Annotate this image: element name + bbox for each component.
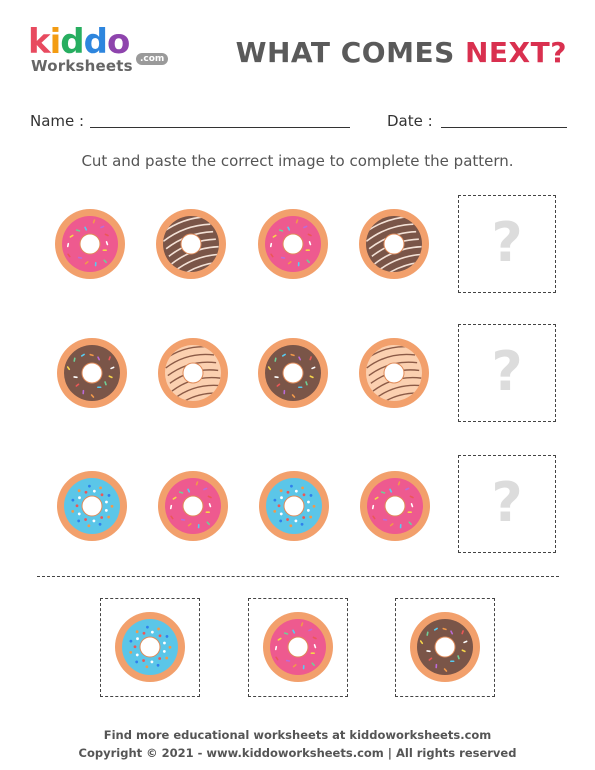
cutout-option-2[interactable] <box>248 598 348 697</box>
question-mark-icon: ? <box>491 471 523 534</box>
donut-chocolate-sprinkle <box>258 338 328 408</box>
name-line[interactable] <box>90 127 350 128</box>
donut-pink <box>55 209 125 279</box>
title-part-2: NEXT? <box>465 36 567 69</box>
question-mark-icon: ? <box>491 211 523 274</box>
logo-letter: k <box>28 22 51 62</box>
cutout-option-3[interactable] <box>395 598 495 697</box>
donut-chocolate-stripe <box>359 209 429 279</box>
donut-blue <box>259 471 329 541</box>
logo-letter: d <box>60 22 84 62</box>
logo-com-badge: .com <box>136 53 169 65</box>
name-label: Name : <box>30 112 85 130</box>
page-title: WHAT COMES NEXT? <box>236 36 567 69</box>
footer-line-2: Copyright © 2021 - www.kiddoworksheets.c… <box>78 746 517 760</box>
answer-box-1[interactable]: ? <box>458 195 556 293</box>
cut-line <box>37 576 559 577</box>
title-part-1: WHAT COMES <box>235 36 465 69</box>
footer-line-1: Find more educational worksheets at kidd… <box>103 728 492 742</box>
donut-peach-drizzle <box>359 338 429 408</box>
answer-box-3[interactable]: ? <box>458 455 556 553</box>
kiddo-logo: kiddo Worksheets .com <box>28 24 178 80</box>
date-label: Date : <box>387 112 433 130</box>
instruction-text: Cut and paste the correct image to compl… <box>81 152 514 170</box>
donut-pink <box>360 471 430 541</box>
donut-pink <box>258 209 328 279</box>
cutout-option-1[interactable] <box>100 598 200 697</box>
logo-worksheets-text: Worksheets <box>31 57 133 75</box>
donut-blue <box>57 471 127 541</box>
answer-box-2[interactable]: ? <box>458 324 556 422</box>
donut-blue <box>115 612 185 682</box>
question-mark-icon: ? <box>491 340 523 403</box>
donut-pink <box>158 471 228 541</box>
donut-peach-drizzle <box>158 338 228 408</box>
logo-wordmark: kiddo <box>28 22 130 62</box>
donut-pink <box>263 612 333 682</box>
logo-letter: o <box>106 22 130 62</box>
date-line[interactable] <box>441 127 567 128</box>
donut-chocolate-sprinkle <box>57 338 127 408</box>
donut-chocolate-sprinkle <box>410 612 480 682</box>
logo-letter: i <box>49 22 62 62</box>
donut-chocolate-stripe <box>156 209 226 279</box>
logo-letter: d <box>83 22 108 62</box>
